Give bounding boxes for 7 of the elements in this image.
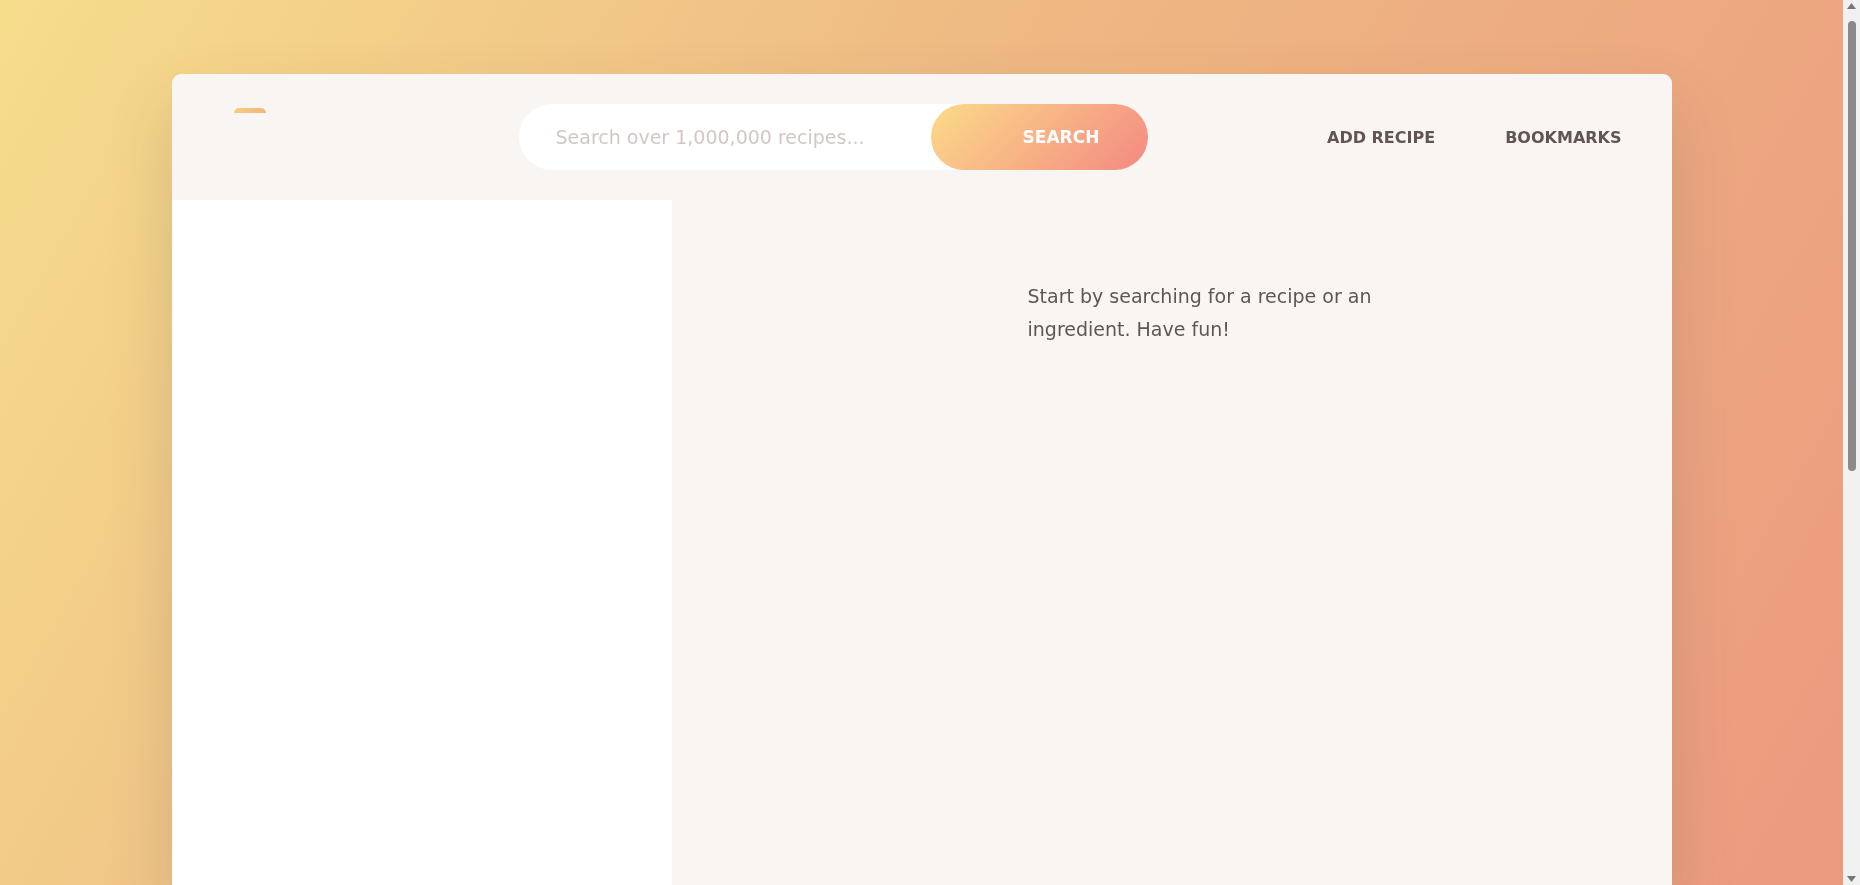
down-arrow-icon[interactable]	[1847, 876, 1856, 882]
nav-link[interactable]: ADD RECIPE	[1327, 127, 1436, 147]
welcome-message: Start by searching for a recipe or an ingredient. Have fun!	[1027, 284, 1373, 343]
scrollbar-thumb[interactable]	[1847, 21, 1856, 471]
nav-link[interactable]: BOOKMARKS	[1505, 127, 1622, 147]
logo-icon	[233, 108, 266, 113]
up-arrow-icon[interactable]	[1847, 3, 1856, 9]
